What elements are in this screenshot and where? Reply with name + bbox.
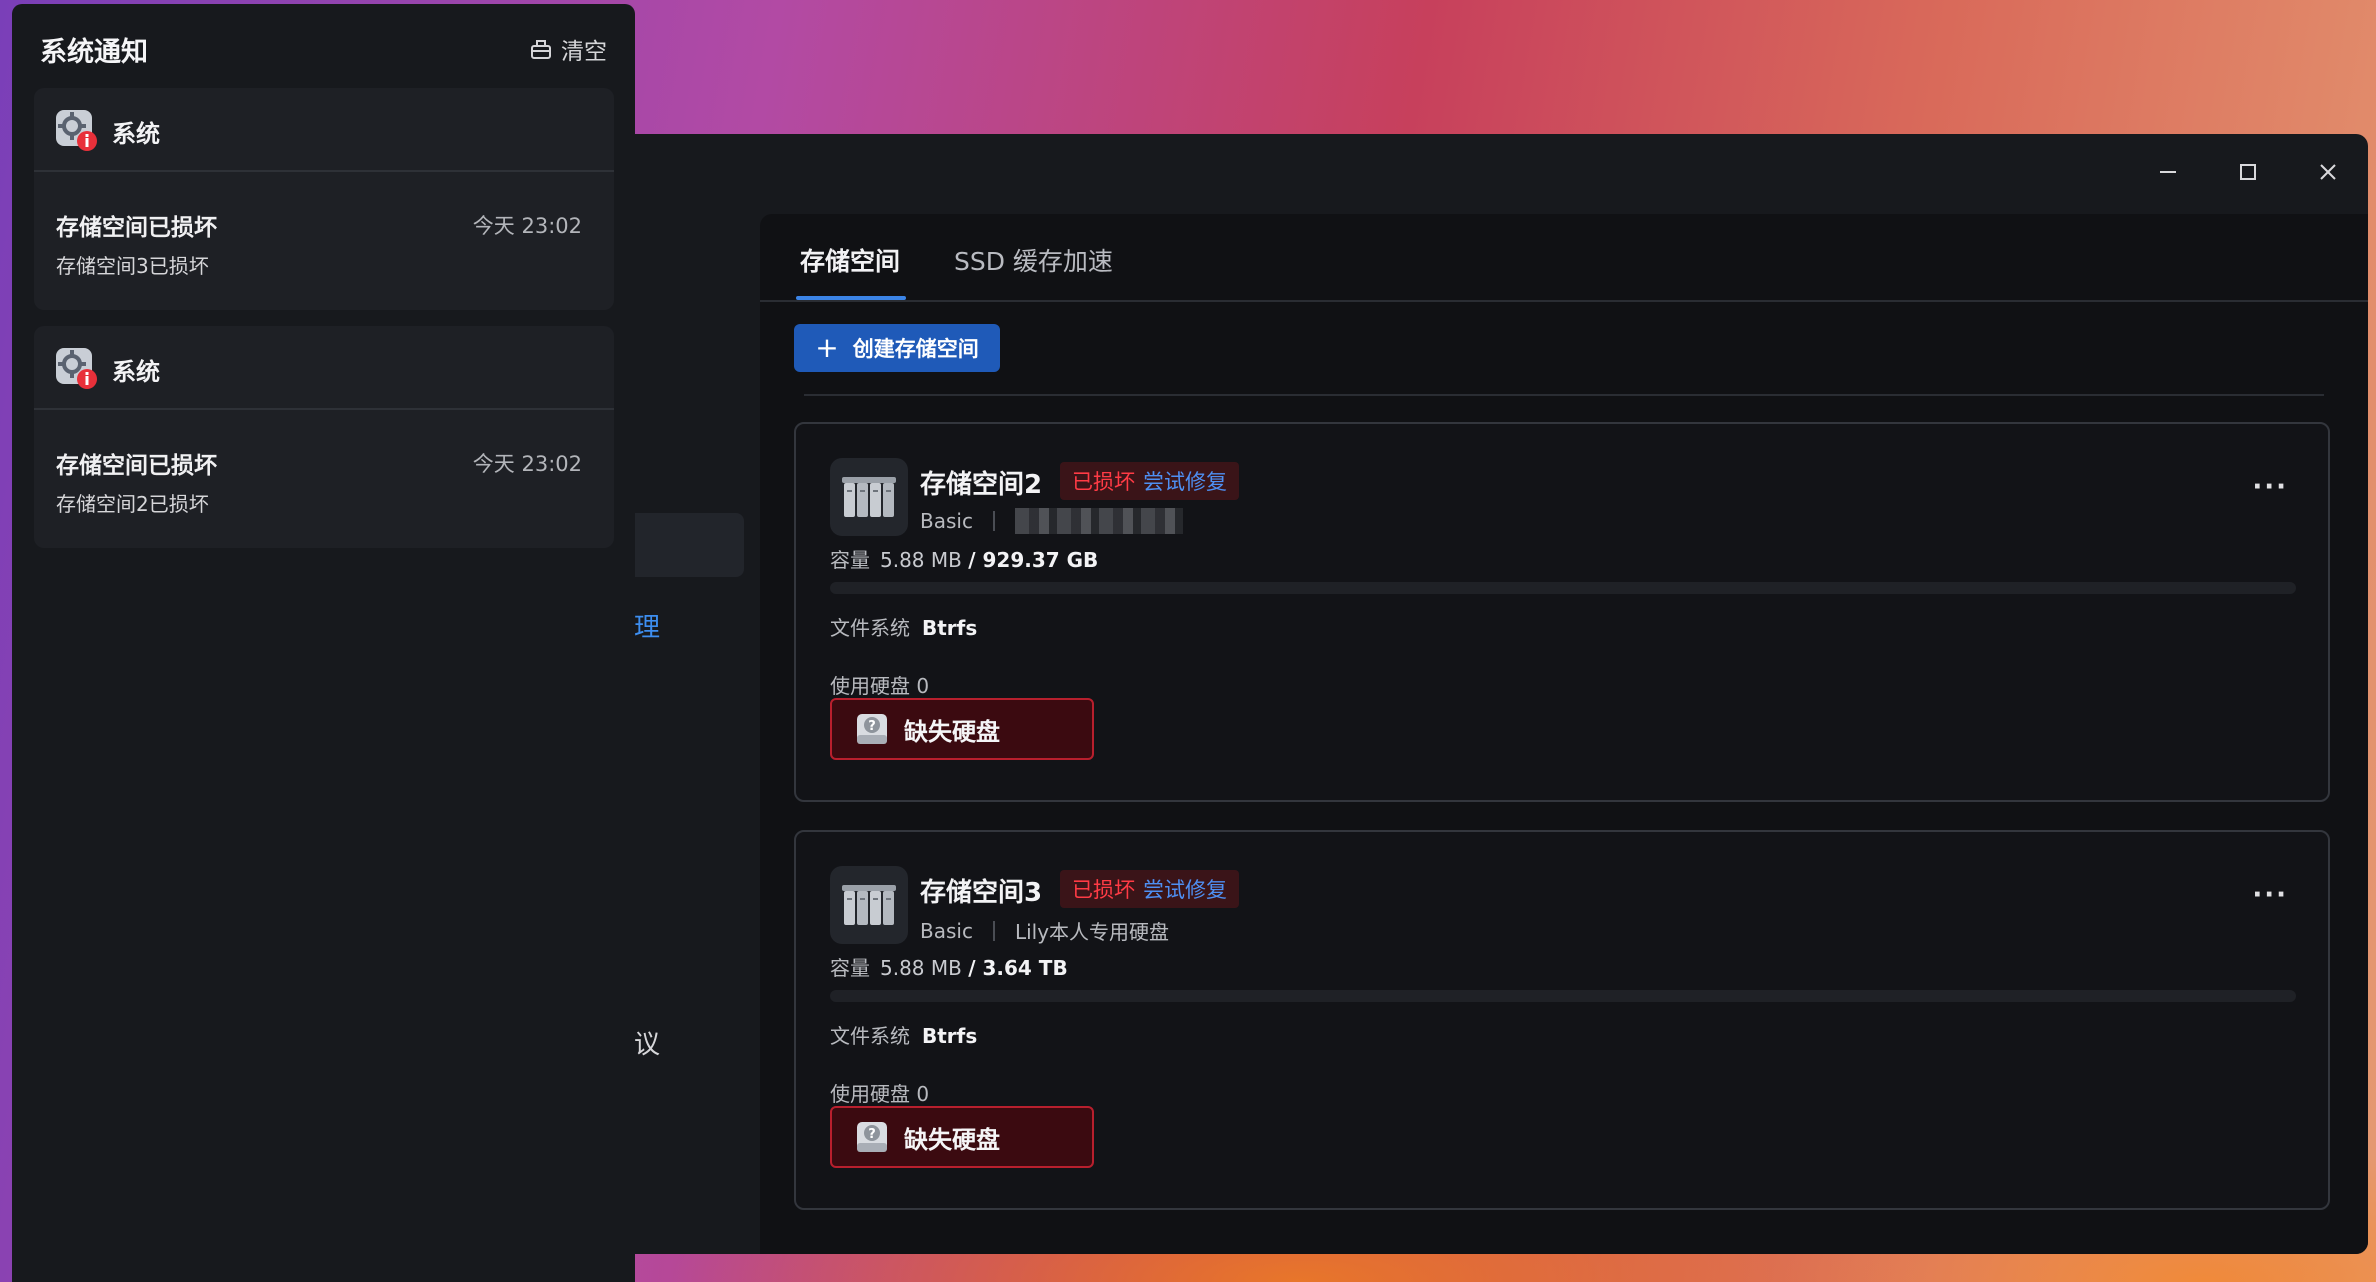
missing-disk-button[interactable]: ? 缺失硬盘	[830, 1106, 1094, 1168]
pool-description: Lily本人专用硬盘	[1014, 920, 1170, 944]
create-storage-label: 创建存储空间	[852, 337, 979, 361]
unknown-disk-icon: ?	[857, 1122, 887, 1152]
system-settings-icon	[56, 348, 97, 389]
maximize-icon	[2240, 164, 2256, 180]
plus-icon: +	[815, 331, 839, 364]
minimize-icon	[2160, 171, 2176, 173]
notification-time: 今天 23:02	[472, 214, 582, 238]
storage-pool-card: 存储空间3 已损坏 尝试修复 Basic Lily本人专用硬盘 ··· 容量 5.…	[794, 830, 2330, 1210]
pool-type: Basic	[920, 509, 973, 533]
filesystem-value: Btrfs	[922, 616, 978, 640]
sidebar-item-label[interactable]: 理	[634, 607, 660, 644]
missing-disk-button[interactable]: ? 缺失硬盘	[830, 698, 1094, 760]
unknown-disk-icon: ?	[857, 714, 887, 744]
svg-text:?: ?	[868, 1127, 876, 1142]
window-controls	[2128, 134, 2368, 210]
more-options-icon[interactable]: ···	[2252, 474, 2288, 500]
disks-used-label: 使用硬盘 0	[830, 674, 930, 698]
notification-header: 系统	[34, 326, 614, 410]
filesystem-value: Btrfs	[922, 1024, 978, 1048]
maximize-button[interactable]	[2208, 134, 2288, 210]
close-icon	[2320, 164, 2336, 180]
divider	[804, 394, 2324, 396]
capacity-total: / 3.64 TB	[968, 956, 1068, 980]
system-settings-icon	[56, 110, 97, 151]
filesystem-row: 文件系统 Btrfs	[830, 1020, 977, 1049]
notification-card[interactable]: 系统 存储空间已损坏 今天 23:02 存储空间2已损坏	[34, 326, 614, 548]
pool-name: 存储空间3	[920, 878, 1043, 908]
capacity-row: 容量 5.88 MB / 3.64 TB	[830, 952, 1068, 981]
divider	[992, 920, 995, 941]
pool-description-redacted	[1014, 508, 1183, 534]
create-storage-button[interactable]: + 创建存储空间	[794, 324, 1000, 372]
status-badge: 已损坏 尝试修复	[1060, 870, 1239, 908]
filesystem-label: 文件系统	[830, 616, 910, 640]
repair-link[interactable]: 尝试修复	[1143, 466, 1227, 496]
status-text: 已损坏	[1072, 878, 1135, 902]
clear-label: 清空	[561, 39, 607, 65]
notification-header: 系统	[34, 88, 614, 172]
storage-pool-icon	[830, 866, 908, 944]
tab-storage-space[interactable]: 存储空间	[800, 242, 900, 278]
notification-body: 存储空间3已损坏	[56, 254, 209, 278]
capacity-progress-bar	[830, 990, 2296, 1002]
notification-title: 存储空间已损坏	[56, 215, 217, 241]
status-badge: 已损坏 尝试修复	[1060, 462, 1239, 500]
notification-panel-title: 系统通知	[40, 37, 148, 68]
more-options-icon[interactable]: ···	[2252, 882, 2288, 908]
notification-source: 系统	[112, 358, 160, 386]
storage-pool-icon	[830, 458, 908, 536]
storage-pool-card: 存储空间2 已损坏 尝试修复 Basic ··· 容量 5.88 MB / 929…	[794, 422, 2330, 802]
notification-card[interactable]: 系统 存储空间已损坏 今天 23:02 存储空间3已损坏	[34, 88, 614, 310]
pool-subtitle: Basic	[920, 508, 1183, 534]
storage-manager-window: 理 议 存储空间 SSD 缓存加速 + 创建存储空间 存储空间2 已损坏 尝试修…	[600, 134, 2368, 1254]
capacity-total: / 929.37 GB	[968, 548, 1099, 572]
svg-text:?: ?	[868, 719, 876, 734]
capacity-row: 容量 5.88 MB / 929.37 GB	[830, 544, 1098, 573]
main-content: 存储空间 SSD 缓存加速 + 创建存储空间 存储空间2 已损坏 尝试修复 Ba…	[760, 214, 2368, 1254]
capacity-used: 5.88 MB	[880, 956, 962, 980]
filesystem-row: 文件系统 Btrfs	[830, 612, 977, 641]
clear-notifications-button[interactable]: 清空	[529, 32, 607, 66]
notification-title: 存储空间已损坏	[56, 453, 217, 479]
missing-disk-label: 缺失硬盘	[904, 1125, 1000, 1154]
filesystem-label: 文件系统	[830, 1024, 910, 1048]
notification-source: 系统	[112, 120, 160, 148]
pool-type: Basic	[920, 918, 973, 943]
tab-bar: 存储空间 SSD 缓存加速	[760, 214, 2368, 302]
clear-icon	[531, 40, 551, 59]
notification-panel: 系统通知 清空 系统 存储空间已损坏 今天 23:02 存储空间3已损坏 系统 …	[12, 4, 635, 1282]
pool-name: 存储空间2	[920, 470, 1043, 500]
sidebar-item-label[interactable]: 议	[634, 1024, 660, 1061]
minimize-button[interactable]	[2128, 134, 2208, 210]
divider	[992, 511, 995, 531]
status-text: 已损坏	[1072, 470, 1135, 494]
active-tab-indicator	[796, 296, 906, 300]
capacity-progress-bar	[830, 582, 2296, 594]
notification-time: 今天 23:02	[472, 452, 582, 476]
capacity-label: 容量	[830, 956, 870, 980]
notification-body: 存储空间2已损坏	[56, 492, 209, 516]
disks-used-label: 使用硬盘 0	[830, 1082, 930, 1106]
close-button[interactable]	[2288, 134, 2368, 210]
pool-subtitle: Basic Lily本人专用硬盘	[920, 916, 1169, 945]
capacity-used: 5.88 MB	[880, 548, 962, 572]
capacity-label: 容量	[830, 548, 870, 572]
tab-ssd-cache[interactable]: SSD 缓存加速	[954, 242, 1113, 278]
missing-disk-label: 缺失硬盘	[904, 717, 1000, 746]
repair-link[interactable]: 尝试修复	[1143, 874, 1227, 904]
